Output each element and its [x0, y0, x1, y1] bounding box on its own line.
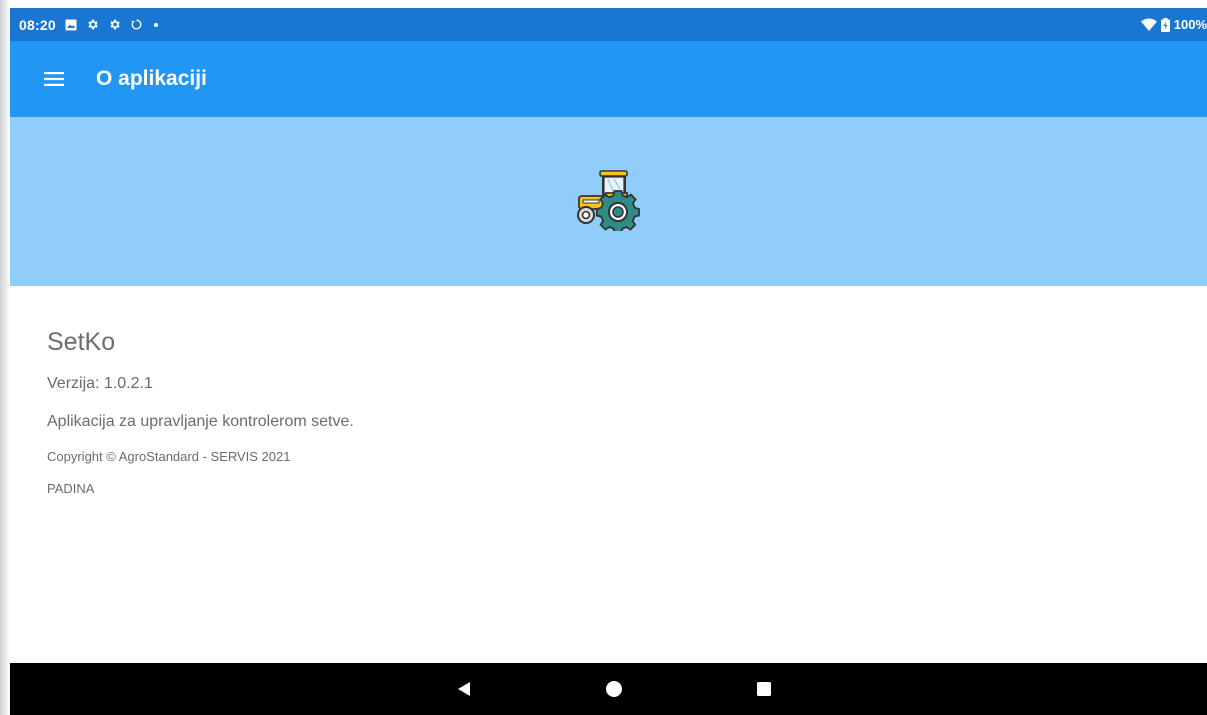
- app-name: SetKo: [47, 328, 116, 356]
- recents-button[interactable]: [734, 663, 794, 715]
- status-bar: 08:20 100%: [10, 8, 1207, 41]
- tractor-gear-logo: [576, 169, 640, 231]
- back-button[interactable]: [434, 663, 494, 715]
- app-screen: 08:20 100% O aplikaciji SetKo Verzija: 1…: [10, 8, 1207, 715]
- battery-icon: [1160, 17, 1170, 32]
- back-icon: [458, 682, 470, 696]
- location-text: PADINA: [47, 481, 95, 496]
- battery-percent: 100%: [1173, 17, 1207, 32]
- status-time: 08:20: [19, 16, 56, 33]
- status-left: 08:20: [10, 17, 160, 33]
- app-version: Verzija: 1.0.2.1: [47, 375, 153, 392]
- image-icon: [65, 18, 77, 32]
- sync-icon: [130, 18, 143, 32]
- hamburger-menu-icon: [44, 72, 64, 86]
- copyright-text: Copyright © AgroStandard - SERVIS 2021: [47, 449, 291, 464]
- about-content: SetKo Verzija: 1.0.2.1 Aplikacija za upr…: [47, 326, 354, 498]
- wifi-icon: [1140, 18, 1157, 32]
- page-title: O aplikaciji: [96, 67, 207, 90]
- recents-icon: [757, 682, 771, 696]
- app-description: Aplikacija za upravljanje kontrolerom se…: [47, 413, 354, 430]
- home-button[interactable]: [584, 663, 644, 715]
- app-toolbar: O aplikaciji: [10, 41, 1207, 117]
- device-edge: [0, 0, 10, 715]
- settings-icon: [86, 18, 99, 32]
- menu-button[interactable]: [36, 61, 72, 97]
- home-icon: [606, 681, 622, 697]
- header-banner: [10, 117, 1207, 286]
- dot-icon: [152, 18, 160, 32]
- settings-icon: [108, 18, 121, 32]
- system-nav-bar: [10, 663, 1207, 715]
- status-right: 100%: [1140, 8, 1207, 41]
